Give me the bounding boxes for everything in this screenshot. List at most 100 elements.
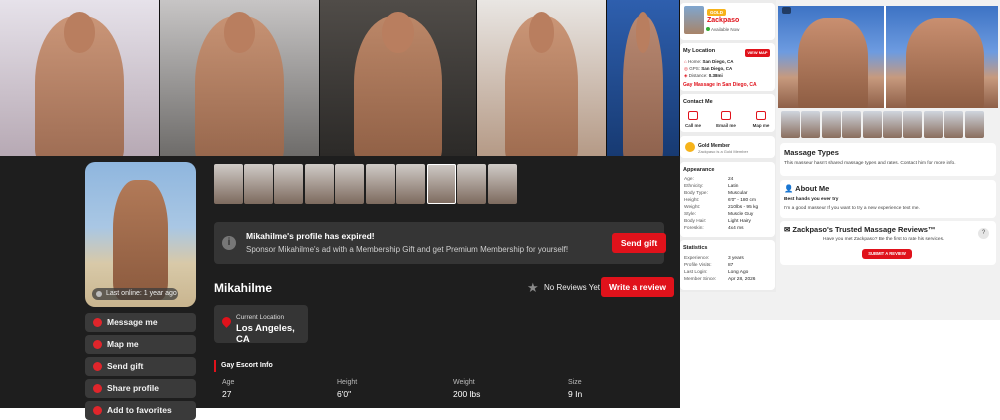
stat-value: 27 <box>222 389 232 399</box>
photo-thumbnail[interactable] <box>924 111 943 138</box>
map-pin-icon <box>93 340 102 349</box>
stat-label: Age <box>222 379 235 386</box>
distance: ◈ Distance: 0.38mi <box>684 73 723 78</box>
appearance-value: 6'0" - 180 cm <box>728 198 756 203</box>
photo-thumbnail[interactable] <box>965 111 984 138</box>
gay-massage-link[interactable]: Gay Massage in San Diego, CA <box>683 82 757 88</box>
contact-title: Contact Me <box>683 99 713 105</box>
profile-mini-avatar[interactable] <box>684 6 704 34</box>
about-me-title: 👤 About Me <box>784 184 830 193</box>
add-favorites-button[interactable]: Add to favorites <box>85 401 196 420</box>
photo-thumbnail[interactable] <box>366 164 395 204</box>
location-label: Current Location <box>236 314 285 321</box>
question-icon[interactable]: ? <box>978 228 989 239</box>
profile-avatar[interactable] <box>85 162 196 307</box>
gift-icon <box>93 362 102 371</box>
gps-location: ◎ GPS: San Diego, CA <box>684 66 733 71</box>
photo-count-tag <box>782 7 791 14</box>
message-icon <box>93 318 102 327</box>
info-icon: i <box>222 236 236 250</box>
appearance-value: 210lbs - 95 kg <box>728 205 759 210</box>
appearance-label: Ethnicity: <box>684 184 704 189</box>
gold-medal-icon <box>685 142 695 152</box>
photo-thumbnail[interactable] <box>944 111 963 138</box>
share-profile-button[interactable]: Share profile <box>85 379 196 398</box>
banner-photo-5[interactable] <box>607 0 680 164</box>
stat-label: Size <box>568 379 582 386</box>
photo-thumbnail[interactable] <box>842 111 861 138</box>
appearance-title: Appearance <box>683 167 715 173</box>
statistics-label: Member Since: <box>684 277 717 282</box>
photo-thumbnail[interactable] <box>457 164 486 204</box>
photo-thumbnail[interactable] <box>781 111 800 138</box>
reviews-title: ✉ Zackpaso's Trusted Massage Reviews™ <box>784 225 936 234</box>
home-location: ⌂ Home: San Diego, CA <box>684 59 734 64</box>
banner-photo-4[interactable] <box>477 0 607 164</box>
clock-icon <box>96 291 102 297</box>
last-online-status: Last online: 1 year ago <box>92 288 178 300</box>
photo-thumbnail[interactable] <box>883 111 902 138</box>
about-text: I'm a good masseur If you want to try a … <box>784 206 920 211</box>
photo-thumbnail[interactable] <box>335 164 364 204</box>
send-gift-side-button[interactable]: Send gift <box>85 357 196 376</box>
heart-icon <box>93 406 102 415</box>
photo-thumbnail[interactable] <box>396 164 425 204</box>
message-me-button[interactable]: Message me <box>85 313 196 332</box>
photo-thumbnails-right <box>781 111 998 138</box>
appearance-label: Body Hair: <box>684 219 707 224</box>
submit-review-button[interactable]: SUBMIT A REVIEW <box>862 249 912 259</box>
appearance-value: Muscle Guy <box>728 212 754 217</box>
expired-profile-banner: i Mikahilme's profile has expired! Spons… <box>214 222 666 264</box>
availability-status: Available Now <box>706 27 739 32</box>
call-me-button[interactable]: Call me <box>680 111 706 128</box>
photo-thumbnail[interactable] <box>801 111 820 138</box>
online-dot-icon <box>706 27 710 31</box>
share-icon <box>93 384 102 393</box>
photo-thumbnail[interactable] <box>214 164 243 204</box>
stat-label: Height <box>337 379 358 386</box>
appearance-label: Age: <box>684 177 694 182</box>
photo-thumbnail[interactable] <box>244 164 273 204</box>
photo-thumbnail[interactable] <box>822 111 841 138</box>
banner-photo-2[interactable] <box>160 0 320 164</box>
appearance-value: Light Hairy <box>728 219 751 224</box>
map-me-button[interactable]: Map me <box>85 335 196 354</box>
about-headline: Best hands you ever try <box>784 197 839 202</box>
email-me-button[interactable]: Email me <box>713 111 739 128</box>
stat-value: 9 In <box>568 389 583 399</box>
current-location-card: Current Location Los Angeles, CA <box>214 305 308 345</box>
profile-name: Mikahilme <box>214 281 273 295</box>
appearance-value: 4x4 ms <box>728 226 744 231</box>
gold-member-subtitle: Zackpaso is a Gold Member <box>698 149 749 154</box>
photo-thumbnail[interactable] <box>274 164 303 204</box>
photo-thumbnail-active[interactable] <box>427 164 456 204</box>
expired-subtitle: Sponsor Mikahilme's ad with a Membership… <box>246 245 569 254</box>
appearance-value: 24 <box>728 177 734 182</box>
photo-thumbnail[interactable] <box>305 164 334 204</box>
my-location-title: My Location <box>683 48 716 54</box>
banner-photo-3[interactable] <box>320 0 477 164</box>
star-icon: ★ <box>527 280 539 295</box>
write-review-button[interactable]: Write a review <box>601 277 674 297</box>
send-gift-button[interactable]: Send gift <box>612 233 666 253</box>
photo-thumbnail[interactable] <box>488 164 517 204</box>
appearance-label: Body Type: <box>684 191 708 196</box>
phone-icon <box>688 111 698 120</box>
banner-photo-1[interactable] <box>0 0 160 164</box>
photo-thumbnail[interactable] <box>903 111 922 138</box>
no-reviews-text: No Reviews Yet <box>544 283 601 292</box>
expired-title: Mikahilme's profile has expired! <box>246 231 375 241</box>
photo-thumbnail[interactable] <box>863 111 882 138</box>
view-map-button[interactable]: VIEW MAP <box>745 49 770 57</box>
statistics-value: Long Ago <box>728 270 749 275</box>
statistics-label: Experience: <box>684 256 710 261</box>
main-photo[interactable] <box>778 6 998 108</box>
map-pin-icon <box>756 111 766 120</box>
statistics-value: 87 <box>728 263 734 268</box>
escort-info-title: Gay Escort Info <box>214 360 273 372</box>
gold-badge: GOLD <box>707 9 726 16</box>
statistics-label: Profile Visits: <box>684 263 712 268</box>
appearance-label: Style: <box>684 212 696 217</box>
statistics-value: Apr 28, 2026 <box>728 277 756 282</box>
map-me-right-button[interactable]: Map me <box>748 111 774 128</box>
